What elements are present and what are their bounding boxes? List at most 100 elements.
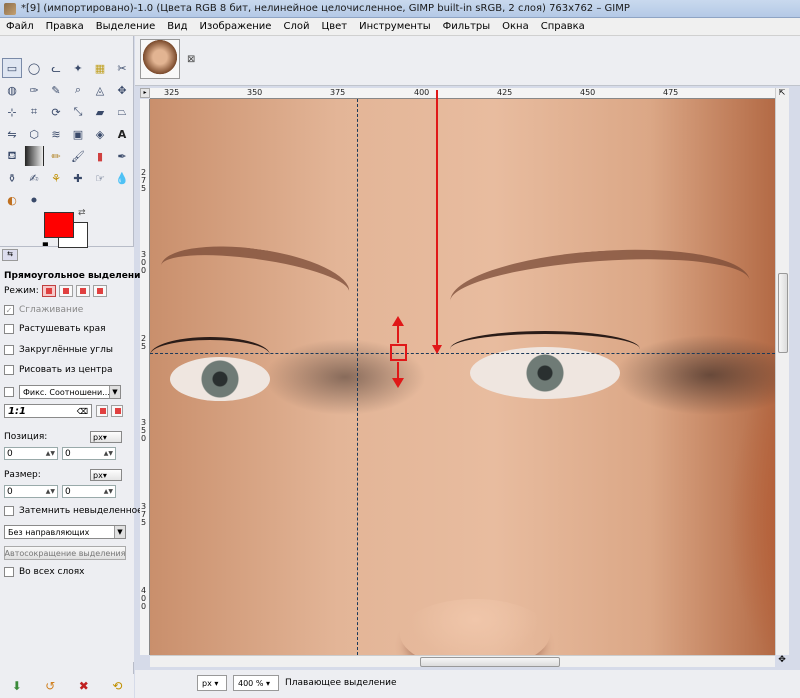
menu-layer[interactable]: Слой <box>277 21 315 32</box>
dodge-icon[interactable]: ◐ <box>2 190 22 210</box>
vertical-scrollbar[interactable] <box>775 88 789 655</box>
rounded-row[interactable]: Закруглённые углы <box>4 345 113 355</box>
menu-image[interactable]: Изображение <box>194 21 278 32</box>
rect-select-icon[interactable]: ▭ <box>2 58 22 78</box>
save-options-icon[interactable]: ⬇ <box>12 679 22 693</box>
feather-checkbox[interactable] <box>4 324 14 334</box>
horizontal-ruler[interactable]: 325 350 375 400 425 450 475 <box>150 88 775 99</box>
ink-icon[interactable]: ⚱ <box>2 168 22 188</box>
image-canvas[interactable] <box>150 99 775 655</box>
close-icon[interactable]: ⊠ <box>187 54 195 65</box>
ratio-input[interactable]: 1:1 ⌫ <box>4 404 92 418</box>
gradient-icon[interactable] <box>24 146 44 166</box>
position-x-input[interactable]: 0 ▲▼ <box>4 447 58 460</box>
menu-edit[interactable]: Правка <box>40 21 90 32</box>
foreground-select-icon[interactable]: ◍ <box>2 80 22 100</box>
menu-file[interactable]: Файл <box>0 21 40 32</box>
landscape-button[interactable] <box>111 405 123 417</box>
warp-icon[interactable]: ≋ <box>46 124 66 144</box>
all-layers-row[interactable]: Во всех слоях <box>4 567 84 577</box>
fixed-mode-select[interactable]: Фикс. Соотношени... ▼ <box>19 385 121 399</box>
quick-mask-icon[interactable]: ▸ <box>140 88 150 98</box>
heal-icon[interactable]: ✚ <box>68 168 88 188</box>
size-width-input[interactable]: 0 ▲▼ <box>4 485 58 498</box>
align-icon[interactable]: ⊹ <box>2 102 22 122</box>
clone-icon[interactable]: ⚘ <box>46 168 66 188</box>
menu-view[interactable]: Вид <box>161 21 193 32</box>
move-icon[interactable]: ✥ <box>112 80 132 100</box>
horizontal-scrollbar[interactable] <box>150 655 775 667</box>
horizontal-scroll-thumb[interactable] <box>420 657 560 667</box>
perspective-icon[interactable]: ⏢ <box>112 102 132 122</box>
menu-tools[interactable]: Инструменты <box>353 21 437 32</box>
select-by-color-icon[interactable]: ▦ <box>90 58 110 78</box>
clear-icon[interactable]: ⌫ <box>77 407 88 416</box>
from-center-checkbox[interactable] <box>4 365 14 375</box>
highlight-checkbox[interactable] <box>4 506 14 516</box>
zoom-icon[interactable]: ⌕ <box>68 80 88 100</box>
mode-subtract-button[interactable] <box>75 285 90 297</box>
floating-selection-handle[interactable] <box>390 344 407 361</box>
fixed-checkbox[interactable] <box>4 387 14 397</box>
menu-colors[interactable]: Цвет <box>315 21 353 32</box>
mode-replace-button[interactable] <box>41 285 56 297</box>
eraser-icon[interactable]: ▮ <box>90 146 110 166</box>
crop-icon[interactable]: ⌗ <box>24 102 44 122</box>
menu-filters[interactable]: Фильтры <box>437 21 496 32</box>
lasso-icon[interactable]: ᓚ <box>46 58 66 78</box>
all-layers-checkbox[interactable] <box>4 567 14 577</box>
bucket-fill-icon[interactable]: ⛾ <box>2 146 22 166</box>
zoom-fit-icon[interactable]: ⇱ <box>775 88 789 100</box>
flip-icon[interactable]: ⇋ <box>2 124 22 144</box>
paths-icon[interactable]: ✑ <box>24 80 44 100</box>
color-picker-icon[interactable]: ✎ <box>46 80 66 100</box>
portrait-button[interactable] <box>96 405 108 417</box>
shear-icon[interactable]: ▰ <box>90 102 110 122</box>
size-unit-select[interactable]: px ▾ <box>90 469 122 481</box>
vertical-ruler[interactable]: 2 7 5 3 0 0 2 5 3 5 0 3 7 5 4 0 0 <box>140 99 150 655</box>
stepper-icon[interactable]: ▲▼ <box>104 450 113 457</box>
vertical-guide[interactable] <box>357 99 358 655</box>
mypaint-icon[interactable]: ✍ <box>24 168 44 188</box>
position-y-input[interactable]: 0 ▲▼ <box>62 447 116 460</box>
size-height-input[interactable]: 0 ▲▼ <box>62 485 116 498</box>
stepper-icon[interactable]: ▲▼ <box>46 488 55 495</box>
mode-add-button[interactable] <box>58 285 73 297</box>
fuzzy-select-icon[interactable]: ✦ <box>68 58 88 78</box>
tool-options-tab[interactable]: ⇆ <box>2 249 18 261</box>
stepper-icon[interactable]: ▲▼ <box>104 488 113 495</box>
zoom-select[interactable]: 400 % ▾ <box>233 675 279 691</box>
pencil-icon[interactable]: ✏ <box>46 146 66 166</box>
status-unit-select[interactable]: px ▾ <box>197 675 227 691</box>
swap-colors-icon[interactable]: ⇄ <box>78 208 86 218</box>
delete-options-icon[interactable]: ✖ <box>79 679 89 693</box>
antialias-checkbox[interactable]: ✓ <box>4 305 14 315</box>
vertical-scroll-thumb[interactable] <box>778 273 788 353</box>
paintbrush-icon[interactable]: 🖌 <box>68 146 88 166</box>
mode-intersect-button[interactable] <box>92 285 107 297</box>
reset-options-icon[interactable]: ⟲ <box>112 679 122 693</box>
antialias-row[interactable]: ✓ Сглаживание <box>4 305 83 315</box>
menu-select[interactable]: Выделение <box>90 21 162 32</box>
menu-windows[interactable]: Окна <box>496 21 535 32</box>
rounded-checkbox[interactable] <box>4 345 14 355</box>
guides-select[interactable]: Без направляющих ▼ <box>4 525 126 539</box>
foreground-color[interactable] <box>44 212 74 238</box>
airbrush-icon[interactable]: ✒ <box>112 146 132 166</box>
text-icon[interactable]: A <box>112 124 132 144</box>
scale-icon[interactable]: ⤡ <box>68 102 88 122</box>
stepper-icon[interactable]: ▲▼ <box>46 450 55 457</box>
ellipse-select-icon[interactable]: ◯ <box>24 58 44 78</box>
highlight-row[interactable]: Затемнить невыделенное <box>4 506 143 516</box>
horizontal-guide[interactable] <box>150 353 775 354</box>
from-center-row[interactable]: Рисовать из центра <box>4 365 112 375</box>
smudge-icon[interactable]: ☞ <box>90 168 110 188</box>
feather-row[interactable]: Растушевать края <box>4 324 106 334</box>
blur-icon[interactable]: 💧 <box>112 168 132 188</box>
autoshrink-button[interactable]: Автосокращение выделения <box>4 546 126 560</box>
navigate-icon[interactable]: ✥ <box>775 655 789 667</box>
image-thumbnail[interactable] <box>140 39 180 79</box>
rotate-icon[interactable]: ⟳ <box>46 102 66 122</box>
restore-options-icon[interactable]: ↺ <box>45 679 55 693</box>
unified-transform-icon[interactable]: ▣ <box>68 124 88 144</box>
